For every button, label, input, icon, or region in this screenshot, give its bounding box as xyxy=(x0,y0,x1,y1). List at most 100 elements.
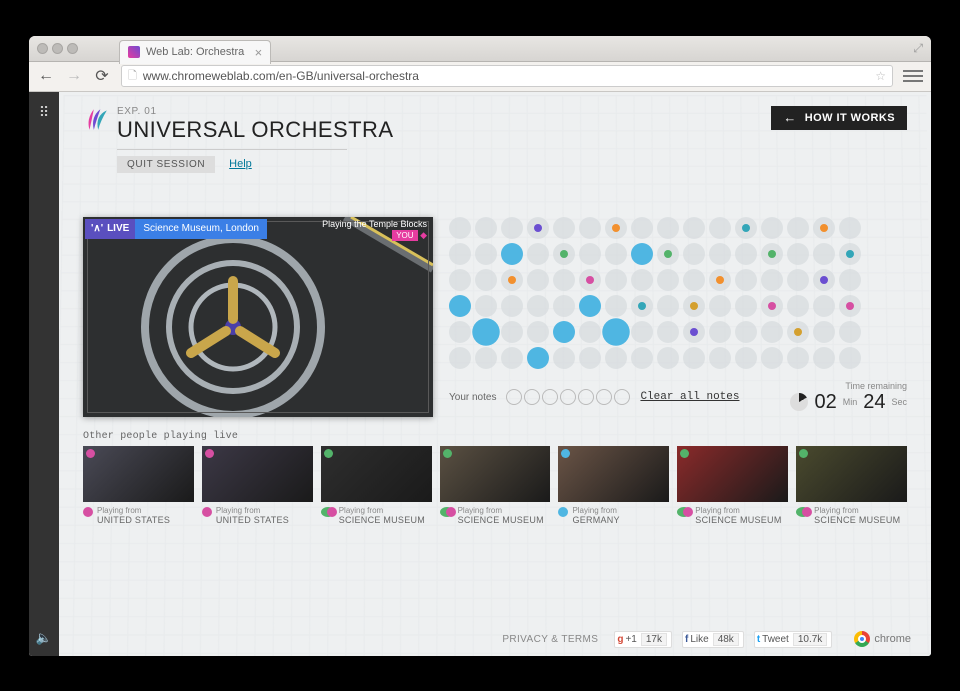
seq-cell[interactable] xyxy=(631,269,653,291)
seq-cell[interactable] xyxy=(709,269,731,291)
browser-tab[interactable]: Web Lab: Orchestra × xyxy=(119,40,271,64)
browser-menu-icon[interactable] xyxy=(903,70,923,82)
seq-cell[interactable] xyxy=(527,269,549,291)
seq-cell[interactable] xyxy=(683,295,705,317)
seq-cell[interactable] xyxy=(709,295,731,317)
player-card[interactable]: Playing from UNITED STATES xyxy=(83,446,194,526)
live-video[interactable]: '∧'LIVE Science Museum, London Playing t… xyxy=(83,217,433,417)
seq-cell[interactable] xyxy=(813,347,835,369)
seq-cell[interactable] xyxy=(605,347,627,369)
seq-cell[interactable] xyxy=(813,295,835,317)
seq-cell[interactable] xyxy=(631,295,653,317)
seq-cell[interactable] xyxy=(475,347,497,369)
url-field-wrap[interactable]: 🗋 ☆ xyxy=(121,65,893,87)
seq-cell[interactable] xyxy=(475,269,497,291)
help-link[interactable]: Help xyxy=(229,158,252,170)
seq-cell[interactable] xyxy=(709,243,731,265)
seq-cell[interactable] xyxy=(683,217,705,239)
seq-cell[interactable] xyxy=(761,269,783,291)
clear-notes-link[interactable]: Clear all notes xyxy=(640,391,739,403)
seq-cell[interactable] xyxy=(839,347,861,369)
seq-cell[interactable] xyxy=(709,347,731,369)
seq-cell[interactable] xyxy=(449,321,471,343)
seq-cell[interactable] xyxy=(657,295,679,317)
seq-cell[interactable] xyxy=(631,347,653,369)
seq-cell[interactable] xyxy=(839,295,861,317)
seq-cell[interactable] xyxy=(735,321,757,343)
seq-cell[interactable] xyxy=(553,243,575,265)
seq-cell[interactable] xyxy=(657,217,679,239)
seq-cell[interactable] xyxy=(683,347,705,369)
seq-cell[interactable] xyxy=(449,347,471,369)
seq-cell[interactable] xyxy=(813,243,835,265)
seq-cell[interactable] xyxy=(527,295,549,317)
seq-cell[interactable] xyxy=(657,347,679,369)
player-card[interactable]: Playing from SCIENCE MUSEUM xyxy=(796,446,907,526)
player-card[interactable]: Playing from GERMANY xyxy=(558,446,669,526)
player-card[interactable]: Playing from SCIENCE MUSEUM xyxy=(440,446,551,526)
seq-cell[interactable] xyxy=(735,269,757,291)
seq-cell[interactable] xyxy=(787,243,809,265)
fullscreen-icon[interactable]: ⤢ xyxy=(913,41,923,56)
seq-cell[interactable] xyxy=(605,269,627,291)
seq-cell[interactable] xyxy=(527,321,549,343)
seq-cell[interactable] xyxy=(631,321,653,343)
bookmark-star-icon[interactable]: ☆ xyxy=(875,69,886,83)
seq-cell[interactable] xyxy=(449,243,471,265)
seq-cell[interactable] xyxy=(501,295,523,317)
seq-cell[interactable] xyxy=(475,295,497,317)
traffic-lights[interactable] xyxy=(37,43,78,54)
url-input[interactable] xyxy=(143,69,869,83)
seq-cell[interactable] xyxy=(631,217,653,239)
seq-cell[interactable] xyxy=(501,269,523,291)
seq-cell[interactable] xyxy=(579,243,601,265)
seq-cell[interactable] xyxy=(449,269,471,291)
player-card[interactable]: Playing from SCIENCE MUSEUM xyxy=(321,446,432,526)
how-it-works-button[interactable]: ← HOW IT WORKS xyxy=(771,106,907,130)
seq-cell[interactable] xyxy=(813,269,835,291)
seq-cell[interactable] xyxy=(813,321,835,343)
seq-cell[interactable] xyxy=(501,243,523,265)
seq-cell[interactable] xyxy=(472,318,500,346)
seq-cell[interactable] xyxy=(449,295,471,317)
seq-cell[interactable] xyxy=(787,321,809,343)
back-icon[interactable]: ← xyxy=(37,67,55,85)
seq-cell[interactable] xyxy=(501,321,523,343)
seq-cell[interactable] xyxy=(527,347,549,369)
seq-cell[interactable] xyxy=(501,217,523,239)
seq-cell[interactable] xyxy=(475,243,497,265)
seq-cell[interactable] xyxy=(709,321,731,343)
twitter-tweet-button[interactable]: tTweet10.7k xyxy=(754,631,833,648)
seq-cell[interactable] xyxy=(657,269,679,291)
sound-icon[interactable]: 🔈 xyxy=(36,630,52,646)
seq-cell[interactable] xyxy=(657,321,679,343)
seq-cell[interactable] xyxy=(761,217,783,239)
seq-cell[interactable] xyxy=(683,243,705,265)
player-card[interactable]: Playing from UNITED STATES xyxy=(202,446,313,526)
seq-cell[interactable] xyxy=(579,321,601,343)
seq-cell[interactable] xyxy=(839,321,861,343)
seq-cell[interactable] xyxy=(553,347,575,369)
seq-cell[interactable] xyxy=(475,217,497,239)
weblab-logo[interactable] xyxy=(83,106,109,132)
seq-cell[interactable] xyxy=(605,217,627,239)
seq-cell[interactable] xyxy=(839,217,861,239)
seq-cell[interactable] xyxy=(761,295,783,317)
privacy-terms-link[interactable]: PRIVACY & TERMS xyxy=(502,634,598,645)
player-card[interactable]: Playing from SCIENCE MUSEUM xyxy=(677,446,788,526)
seq-cell[interactable] xyxy=(449,217,471,239)
facebook-like-button[interactable]: fLike48k xyxy=(682,631,744,648)
seq-cell[interactable] xyxy=(761,243,783,265)
seq-cell[interactable] xyxy=(527,217,549,239)
seq-cell[interactable] xyxy=(761,321,783,343)
seq-cell[interactable] xyxy=(787,347,809,369)
seq-cell[interactable] xyxy=(553,295,575,317)
seq-cell[interactable] xyxy=(579,295,601,317)
reload-icon[interactable]: ⟳ xyxy=(93,66,111,86)
seq-cell[interactable] xyxy=(787,269,809,291)
seq-cell[interactable] xyxy=(787,217,809,239)
google-plus-button[interactable]: g+117k xyxy=(614,631,672,648)
seq-cell[interactable] xyxy=(735,243,757,265)
seq-cell[interactable] xyxy=(631,243,653,265)
rail-menu-icon[interactable]: ⠿ xyxy=(39,104,49,121)
